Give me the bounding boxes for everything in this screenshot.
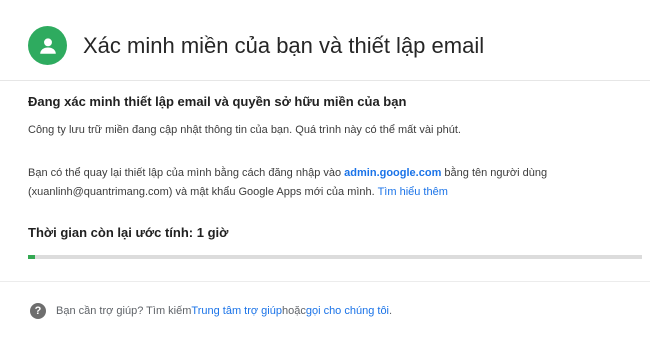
section-title: Đang xác minh thiết lập email và quyền s… (28, 94, 407, 109)
progress-bar (28, 255, 642, 259)
footer-divider (0, 281, 650, 282)
help-center-link[interactable]: Trung tâm trợ giúp (191, 305, 282, 317)
progress-fill (28, 255, 36, 259)
contact-us-link[interactable]: gọi cho chúng tôi (306, 305, 389, 317)
help-text-middle: hoặc (281, 305, 306, 317)
person-icon (28, 26, 67, 65)
status-paragraph: Công ty lưu trữ miền đang cập nhật thông… (28, 124, 461, 136)
page-header: Xác minh miền của bạn và thiết lập email (28, 26, 484, 65)
info-text-before: Bạn có thể quay lại thiết lập của mình b… (28, 167, 345, 179)
page-title: Xác minh miền của bạn và thiết lập email (83, 32, 485, 58)
info-paragraph: Bạn có thể quay lại thiết lập của mình b… (28, 164, 638, 202)
help-footer: ? Bạn cần trợ giúp? Tìm kiếm Trung tâm t… (30, 303, 392, 319)
header-divider (0, 80, 650, 81)
estimated-time-label: Thời gian còn lại ước tính: 1 giờ (28, 225, 229, 240)
learn-more-link[interactable]: Tìm hiểu thêm (378, 186, 448, 198)
admin-console-link[interactable]: admin.google.com (344, 167, 441, 179)
help-text-after: . (389, 305, 393, 317)
help-circle-icon: ? (30, 303, 46, 319)
help-text-before: Bạn cần trợ giúp? Tìm kiếm (56, 305, 192, 317)
